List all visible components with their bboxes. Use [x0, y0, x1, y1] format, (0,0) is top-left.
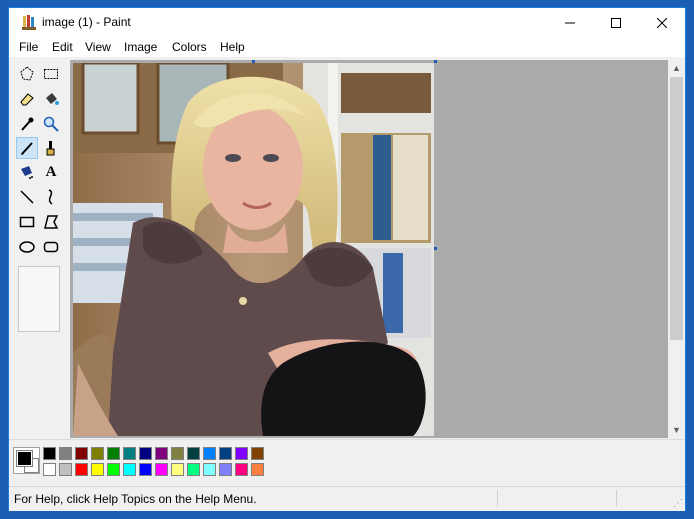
menu-bar: File Edit View Image Colors Help: [9, 37, 685, 57]
chevron-up-icon: ▲: [672, 63, 681, 73]
brush-tool[interactable]: [40, 137, 62, 159]
maximize-button[interactable]: [593, 8, 639, 37]
airbrush-icon: [21, 166, 33, 179]
palette-swatch[interactable]: [139, 447, 152, 460]
scroll-thumb[interactable]: [670, 77, 683, 340]
palette-swatch[interactable]: [107, 463, 120, 476]
scroll-down-button[interactable]: ▼: [668, 422, 685, 438]
palette-swatch[interactable]: [171, 463, 184, 476]
rounded-rectangle-icon: [43, 241, 59, 253]
palette-swatch[interactable]: [43, 463, 56, 476]
palette-swatch[interactable]: [171, 447, 184, 460]
line-icon: [20, 190, 34, 204]
rectangle-tool[interactable]: [16, 211, 38, 233]
palette-swatch[interactable]: [107, 447, 120, 460]
canvas-area[interactable]: [70, 60, 668, 438]
color-palette: [9, 439, 685, 486]
line-tool[interactable]: [16, 186, 38, 208]
resize-handle-top[interactable]: [252, 60, 255, 63]
rectangle-select-icon: [44, 69, 58, 79]
maximize-icon: [611, 17, 621, 28]
palette-swatch[interactable]: [235, 447, 248, 460]
palette-swatch[interactable]: [203, 463, 216, 476]
rounded-rectangle-tool[interactable]: [40, 236, 62, 258]
resize-handle-top-right[interactable]: [434, 60, 437, 63]
paint-window: image (1) - Paint File Edit View Image C…: [8, 7, 686, 511]
text-tool[interactable]: A: [40, 161, 62, 183]
magnifier-tool[interactable]: [40, 113, 62, 135]
eraser-icon: [20, 93, 34, 106]
polygon-icon: [44, 215, 59, 229]
palette-swatch[interactable]: [187, 447, 200, 460]
pencil-tool[interactable]: [16, 137, 38, 159]
photo-woman-sitting: [73, 63, 434, 436]
palette-swatch[interactable]: [251, 463, 264, 476]
fill-tool[interactable]: [40, 88, 62, 110]
menu-file[interactable]: File: [19, 40, 38, 54]
current-colors-box[interactable]: [13, 447, 40, 474]
polygon-tool[interactable]: [40, 211, 62, 233]
palette-swatch[interactable]: [219, 463, 232, 476]
ellipse-icon: [19, 241, 35, 253]
palette-swatch[interactable]: [43, 447, 56, 460]
status-separator: [497, 490, 498, 507]
palette-swatch[interactable]: [91, 447, 104, 460]
free-form-select-icon: [20, 66, 34, 81]
image-canvas[interactable]: [73, 63, 434, 436]
vertical-scrollbar[interactable]: ▲ ▼: [668, 60, 685, 438]
palette-swatch[interactable]: [235, 463, 248, 476]
menu-colors[interactable]: Colors: [172, 40, 207, 54]
palette-swatch[interactable]: [91, 463, 104, 476]
paint-app-icon: [22, 15, 36, 30]
palette-swatch[interactable]: [59, 447, 72, 460]
curve-tool[interactable]: [40, 186, 62, 208]
palette-swatch[interactable]: [123, 463, 136, 476]
palette-swatch[interactable]: [123, 447, 136, 460]
close-icon: [657, 17, 667, 28]
menu-help[interactable]: Help: [220, 40, 245, 54]
minimize-button[interactable]: [547, 8, 593, 37]
menu-view[interactable]: View: [85, 40, 111, 54]
text-icon: A: [45, 163, 57, 180]
chevron-down-icon: ▼: [672, 425, 681, 435]
palette-swatch[interactable]: [139, 463, 152, 476]
tool-options-box[interactable]: [18, 266, 60, 332]
palette-swatch[interactable]: [187, 463, 200, 476]
palette-swatch[interactable]: [203, 447, 216, 460]
menu-image[interactable]: Image: [124, 40, 157, 54]
foreground-color-swatch[interactable]: [16, 450, 33, 467]
status-help-text: For Help, click Help Topics on the Help …: [14, 492, 257, 506]
palette-swatch[interactable]: [155, 447, 168, 460]
free-form-select-tool[interactable]: [16, 63, 38, 85]
select-tool[interactable]: [40, 63, 62, 85]
resize-handle-right[interactable]: [434, 247, 437, 250]
menu-edit[interactable]: Edit: [52, 40, 73, 54]
palette-swatch[interactable]: [219, 447, 232, 460]
curve-icon: [48, 189, 53, 205]
palette-swatch[interactable]: [251, 447, 264, 460]
airbrush-tool[interactable]: [16, 161, 38, 183]
minimize-icon: [565, 22, 575, 23]
toolbox: A: [12, 60, 68, 439]
magnifier-icon: [43, 116, 59, 132]
status-bar: For Help, click Help Topics on the Help …: [9, 486, 685, 511]
fill-bucket-icon: [46, 93, 59, 105]
palette-swatch[interactable]: [155, 463, 168, 476]
close-button[interactable]: [639, 8, 685, 37]
scroll-up-button[interactable]: ▲: [668, 60, 685, 76]
brush-icon: [46, 141, 55, 156]
ellipse-tool[interactable]: [16, 236, 38, 258]
status-separator: [616, 490, 617, 507]
window-title: image (1) - Paint: [42, 15, 131, 29]
eraser-tool[interactable]: [16, 88, 38, 110]
palette-swatch[interactable]: [59, 463, 72, 476]
rectangle-icon: [19, 216, 35, 228]
eyedropper-icon: [21, 117, 34, 131]
resize-grip-icon[interactable]: ⋰: [673, 498, 683, 509]
pick-color-tool[interactable]: [16, 113, 38, 135]
title-bar[interactable]: image (1) - Paint: [9, 8, 685, 37]
palette-swatch[interactable]: [75, 463, 88, 476]
pencil-icon: [21, 142, 33, 155]
palette-swatch[interactable]: [75, 447, 88, 460]
